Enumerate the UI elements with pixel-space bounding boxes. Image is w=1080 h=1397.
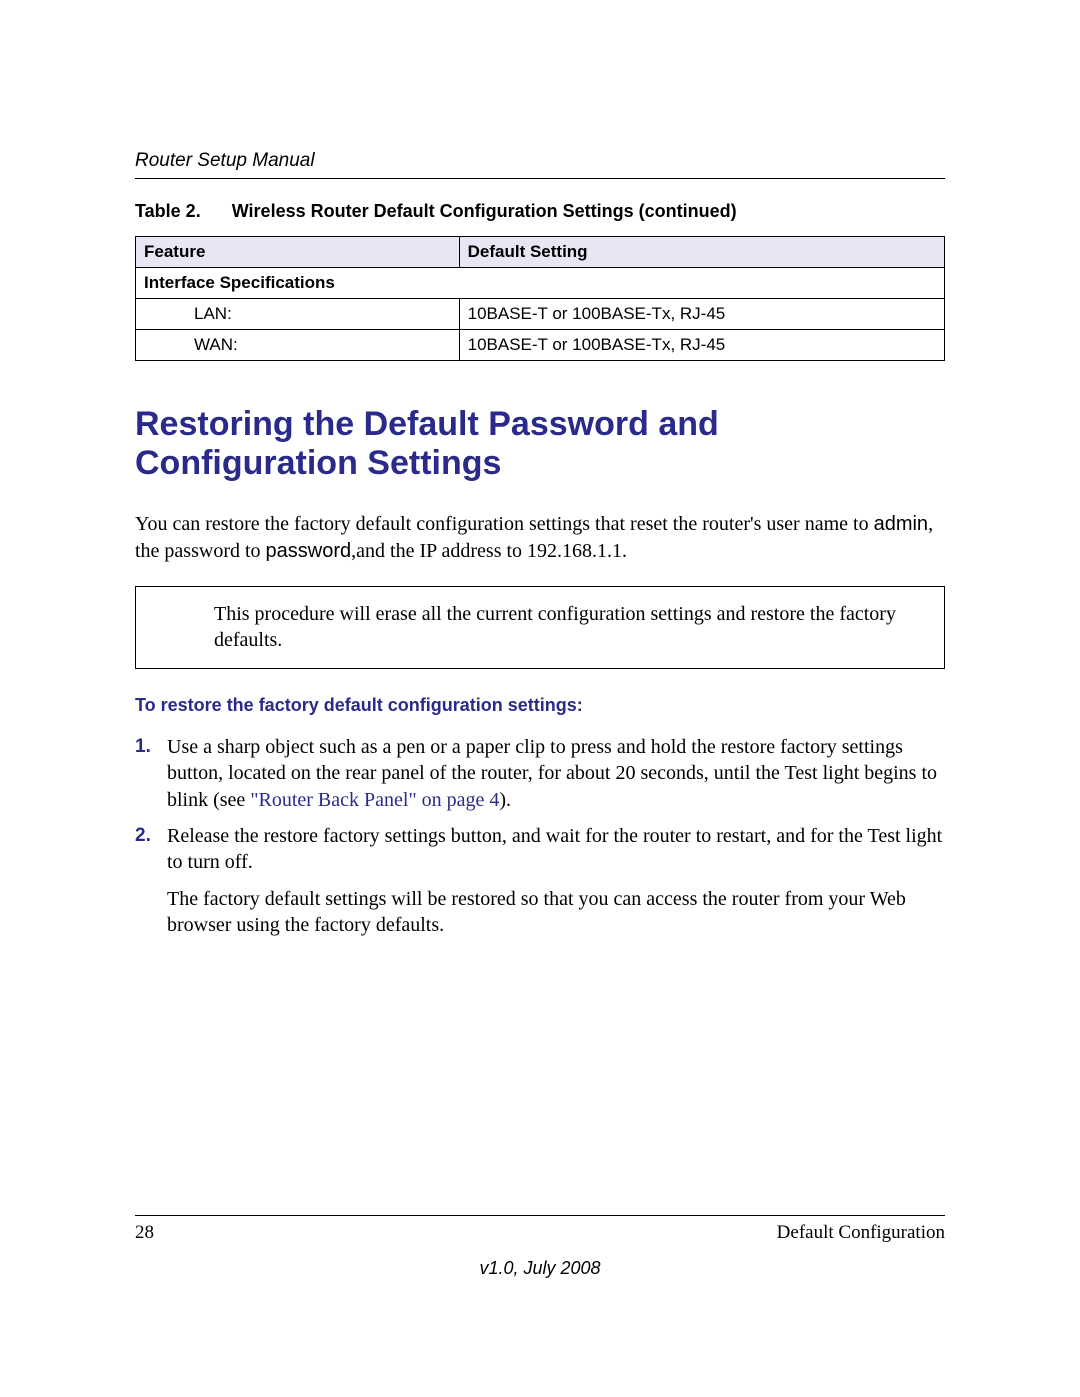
note-box: This procedure will erase all the curren… — [135, 586, 945, 669]
literal-admin: admin — [874, 513, 928, 535]
table-header-row: Feature Default Setting — [136, 237, 945, 268]
intro-text: You can restore the factory default conf… — [135, 513, 874, 535]
procedure-steps: Use a sharp object such as a pen or a pa… — [135, 734, 945, 876]
step-text: ). — [499, 789, 511, 811]
table-cell-value: 10BASE-T or 100BASE-Tx, RJ-45 — [459, 330, 944, 361]
list-item: Release the restore factory settings but… — [135, 823, 945, 876]
table-indent-cell — [136, 330, 187, 361]
config-table: Feature Default Setting Interface Specif… — [135, 236, 945, 361]
table-cell-value: 10BASE-T or 100BASE-Tx, RJ-45 — [459, 299, 944, 330]
table-section-row: Interface Specifications — [136, 268, 945, 299]
procedure-sub-heading: To restore the factory default configura… — [135, 695, 945, 716]
running-header: Router Setup Manual — [135, 150, 945, 179]
table-section-label: Interface Specifications — [136, 268, 945, 299]
table-caption: Table 2. Wireless Router Default Configu… — [135, 201, 945, 222]
table-cell-feature: WAN: — [186, 330, 459, 361]
table-row: WAN: 10BASE-T or 100BASE-Tx, RJ-45 — [136, 330, 945, 361]
cross-reference-link[interactable]: "Router Back Panel" on page 4 — [250, 789, 499, 811]
table-caption-label: Table 2. — [135, 201, 201, 222]
footer-section-name: Default Configuration — [777, 1222, 945, 1244]
table-caption-title: Wireless Router Default Configuration Se… — [232, 201, 737, 221]
document-page: Router Setup Manual Table 2. Wireless Ro… — [0, 0, 1080, 1397]
col-header-default: Default Setting — [459, 237, 944, 268]
list-item: Use a sharp object such as a pen or a pa… — [135, 734, 945, 813]
section-heading: Restoring the Default Password and Confi… — [135, 405, 945, 483]
intro-paragraph: You can restore the factory default conf… — [135, 511, 945, 564]
literal-password: password — [266, 540, 352, 562]
page-footer: 28 Default Configuration v1.0, July 2008 — [135, 1215, 945, 1279]
step-text: Release the restore factory settings but… — [167, 825, 942, 873]
table-cell-feature: LAN: — [186, 299, 459, 330]
table-row: LAN: 10BASE-T or 100BASE-Tx, RJ-45 — [136, 299, 945, 330]
intro-text: ,and the IP address to 192.168.1.1. — [351, 540, 627, 562]
col-header-feature: Feature — [136, 237, 460, 268]
page-number: 28 — [135, 1222, 154, 1244]
table-indent-cell — [136, 299, 187, 330]
note-text: This procedure will erase all the curren… — [214, 603, 896, 651]
result-paragraph: The factory default settings will be res… — [167, 886, 945, 939]
footer-version: v1.0, July 2008 — [135, 1258, 945, 1279]
